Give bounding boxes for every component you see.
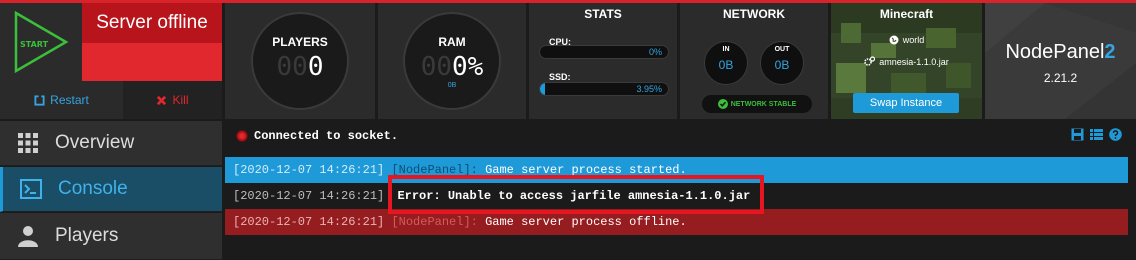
nodepanel-number: 2: [1104, 41, 1116, 63]
start-button[interactable]: START: [0, 3, 82, 81]
server-status: Server offline: [82, 3, 222, 43]
players-gauge: PLAYERS 000: [251, 12, 349, 110]
swap-instance-button[interactable]: Swap Instance: [853, 93, 959, 113]
log-timestamp: [2020-12-07 14:26:21]: [233, 163, 385, 177]
sidebar-item-overview[interactable]: Overview: [0, 121, 222, 166]
ram-bytes: 0B: [447, 82, 457, 89]
console-scrollbar[interactable]: [1128, 157, 1136, 260]
sidebar-item-label: Overview: [55, 132, 135, 153]
network-in: IN 0B: [704, 41, 748, 85]
error-highlight-box: [388, 175, 764, 214]
user-icon: [17, 226, 38, 247]
close-icon: [157, 95, 167, 105]
log-message: Game server process offline.: [485, 215, 687, 229]
socket-status: Connected to socket.: [237, 129, 398, 143]
socket-status-text: Connected to socket.: [254, 129, 399, 143]
players-value: 000: [253, 52, 347, 82]
sidebar-item-players[interactable]: Players: [0, 213, 222, 260]
network-status-label: NETWORK STABLE: [730, 100, 797, 108]
ram-panel: RAM 000% 0B: [378, 3, 526, 119]
log-timestamp: [2020-12-07 14:26:21]: [233, 215, 385, 229]
network-panel: NETWORK IN 0B OUT 0B NETWORK STABLE: [680, 3, 828, 119]
stats-title: STATS: [584, 7, 622, 21]
sidebar-item-label: Console: [58, 178, 128, 199]
ram-value: 000%: [405, 52, 499, 82]
ram-percent: 0%: [452, 52, 484, 82]
help-icon[interactable]: [1109, 128, 1122, 141]
network-in-label: IN: [722, 46, 730, 53]
network-out: OUT 0B: [760, 41, 804, 85]
nodepanel-panel: NodePanel2 2.21.2: [985, 3, 1136, 119]
players-panel: PLAYERS 000: [225, 3, 375, 119]
sidebar-item-label: Players: [55, 225, 119, 246]
ram-gauge: RAM 000% 0B: [403, 12, 501, 110]
ssd-value: 3.95%: [636, 84, 662, 94]
nodepanel-name: NodePanel: [1005, 41, 1105, 63]
kill-label: Kill: [172, 93, 189, 107]
globe-icon: [889, 35, 899, 45]
record-icon: [237, 131, 247, 141]
minecraft-panel: Minecraft world amnesia-1.1.0.jar Swap I…: [831, 3, 982, 119]
start-label: START: [20, 40, 49, 49]
nodepanel-logo: NodePanel2: [985, 41, 1136, 64]
log-source: [NodePanel]:: [391, 215, 478, 229]
network-out-value: 0B: [774, 58, 790, 72]
check-icon: [717, 99, 728, 109]
network-in-value: 0B: [718, 58, 734, 72]
ssd-bar-fill: [540, 83, 546, 95]
ssd-bar: 3.95%: [539, 82, 669, 96]
console-output-area: [225, 235, 1128, 260]
minecraft-title: Minecraft: [879, 7, 934, 21]
nodepanel-version: 2.21.2: [1043, 71, 1078, 85]
cpu-bar: 0%: [539, 45, 669, 59]
restart-label: Restart: [50, 93, 89, 107]
minecraft-jar-name: amnesia-1.1.0.jar: [879, 56, 949, 67]
restart-button[interactable]: Restart: [0, 81, 123, 119]
list-icon[interactable]: [1090, 128, 1103, 141]
console-header: Connected to socket.: [225, 121, 1136, 154]
players-dim-digits: 00: [276, 52, 308, 82]
ram-title: RAM: [438, 35, 466, 49]
server-status-panel: Server offline: [82, 3, 222, 81]
cpu-value: 0%: [648, 47, 662, 57]
save-icon[interactable]: [1071, 128, 1084, 141]
minecraft-world-name: world: [902, 35, 925, 45]
players-count: 0: [307, 52, 324, 82]
restart-icon: [34, 94, 45, 106]
players-title: PLAYERS: [272, 35, 328, 49]
ssd-label: SSD:: [549, 72, 571, 82]
stats-panel: STATS CPU: 0% SSD: 3.95%: [529, 3, 677, 119]
ram-dim-digits: 00: [420, 52, 452, 82]
sidebar-item-console[interactable]: Console: [0, 167, 222, 212]
network-out-label: OUT: [774, 46, 790, 53]
network-status-badge: NETWORK STABLE: [702, 95, 812, 113]
minecraft-world: world: [831, 35, 982, 45]
kill-button[interactable]: Kill: [123, 81, 222, 119]
terminal-icon: [19, 179, 42, 199]
grid-icon: [17, 133, 38, 153]
network-title: NETWORK: [723, 7, 785, 21]
minecraft-jar: amnesia-1.1.0.jar: [831, 56, 982, 67]
gear-icon: [864, 56, 876, 66]
console-toolbar: [1071, 128, 1122, 141]
log-timestamp: [2020-12-07 14:26:21]: [233, 189, 385, 203]
